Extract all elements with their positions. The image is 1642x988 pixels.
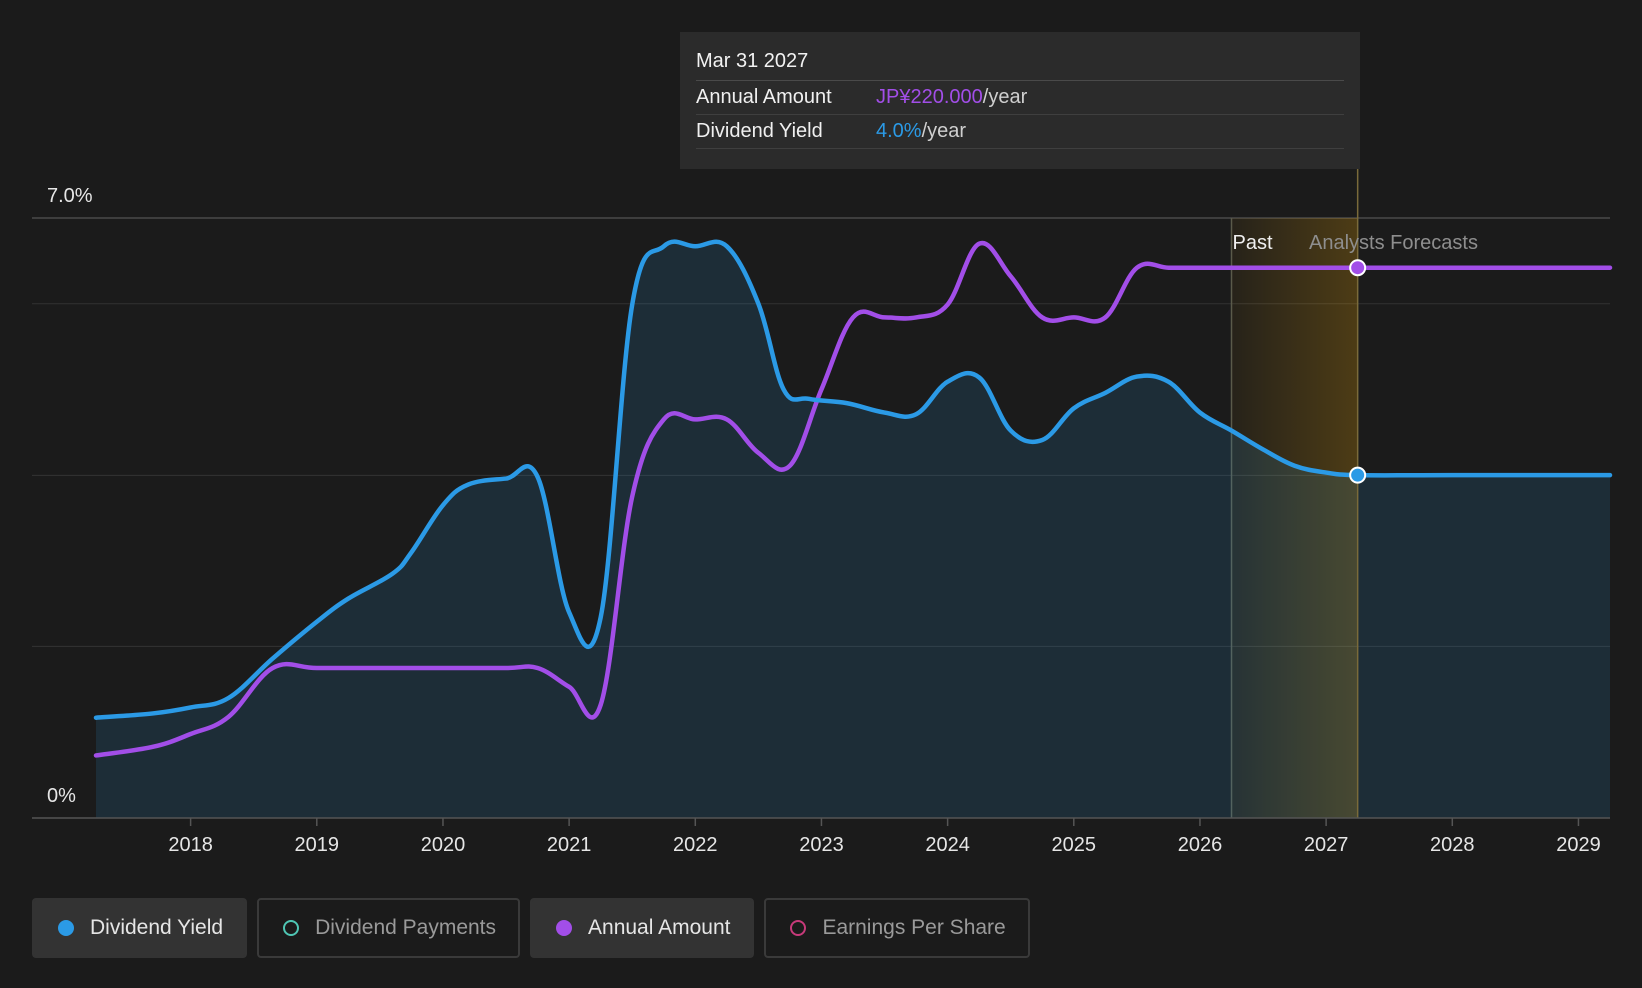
legend-item-dividend-payments[interactable]: Dividend Payments (257, 898, 521, 958)
x-tick-label: 2029 (1556, 834, 1601, 856)
x-tick-label: 2020 (421, 834, 466, 856)
marker-annual-amount (1349, 259, 1367, 277)
tooltip-value: JP¥220.000 (876, 86, 983, 108)
x-tick-label: 2028 (1430, 834, 1475, 856)
tooltip-suffix: /year (982, 86, 1028, 108)
legend-item-earnings-per-share[interactable]: Earnings Per Share (764, 898, 1030, 958)
x-tick-label: 2023 (799, 834, 844, 856)
x-tick-label: 2021 (547, 834, 592, 856)
past-label: Past (1233, 232, 1273, 254)
series-layer (93, 239, 1613, 818)
x-tick-label: 2022 (673, 834, 718, 856)
filled-circle-icon (556, 920, 573, 936)
tooltip-value: 4.0% (876, 120, 922, 142)
tooltip-suffix: /year (921, 120, 967, 142)
tooltip-row-annual-amount: Annual Amount JP¥220.000 /year (696, 81, 1344, 115)
tooltip-row-dividend-yield: Dividend Yield 4.0% /year (696, 115, 1344, 149)
legend-label: Earnings Per Share (822, 916, 1006, 939)
marker-dividend-yield (1349, 466, 1367, 484)
series-area-dividend-yield (96, 241, 1610, 818)
tooltip-label: Annual Amount (696, 86, 832, 108)
legend: Dividend Yield Dividend Payments Annual … (32, 898, 1030, 958)
legend-item-annual-amount[interactable]: Annual Amount (530, 898, 755, 958)
legend-label: Dividend Yield (90, 916, 224, 939)
legend-label: Annual Amount (588, 916, 731, 939)
hollow-circle-icon (790, 920, 807, 936)
tooltip-date: Mar 31 2027 (696, 46, 1344, 81)
x-tick-label: 2025 (1052, 834, 1097, 856)
x-tick-label: 2026 (1178, 834, 1223, 856)
legend-item-dividend-yield[interactable]: Dividend Yield (32, 898, 248, 958)
x-tick-label: 2018 (168, 834, 213, 856)
tooltip-label: Dividend Yield (696, 120, 823, 142)
tooltip: Mar 31 2027 Annual Amount JP¥220.000 /ye… (680, 32, 1360, 169)
y-tick-label-bottom: 0% (47, 785, 76, 807)
legend-label: Dividend Payments (315, 916, 497, 939)
analysts-forecasts-label: Analysts Forecasts (1309, 232, 1478, 254)
y-tick-label-top: 7.0% (47, 185, 93, 207)
x-axis: 2018 2019 2020 2021 2022 2023 2024 2025 2026 2027… (32, 817, 1610, 856)
filled-circle-icon (58, 920, 74, 936)
x-tick-label: 2027 (1304, 834, 1349, 856)
x-tick-label: 2019 (295, 834, 340, 856)
x-tick-label: 2024 (925, 834, 970, 856)
hollow-circle-icon (283, 920, 300, 936)
